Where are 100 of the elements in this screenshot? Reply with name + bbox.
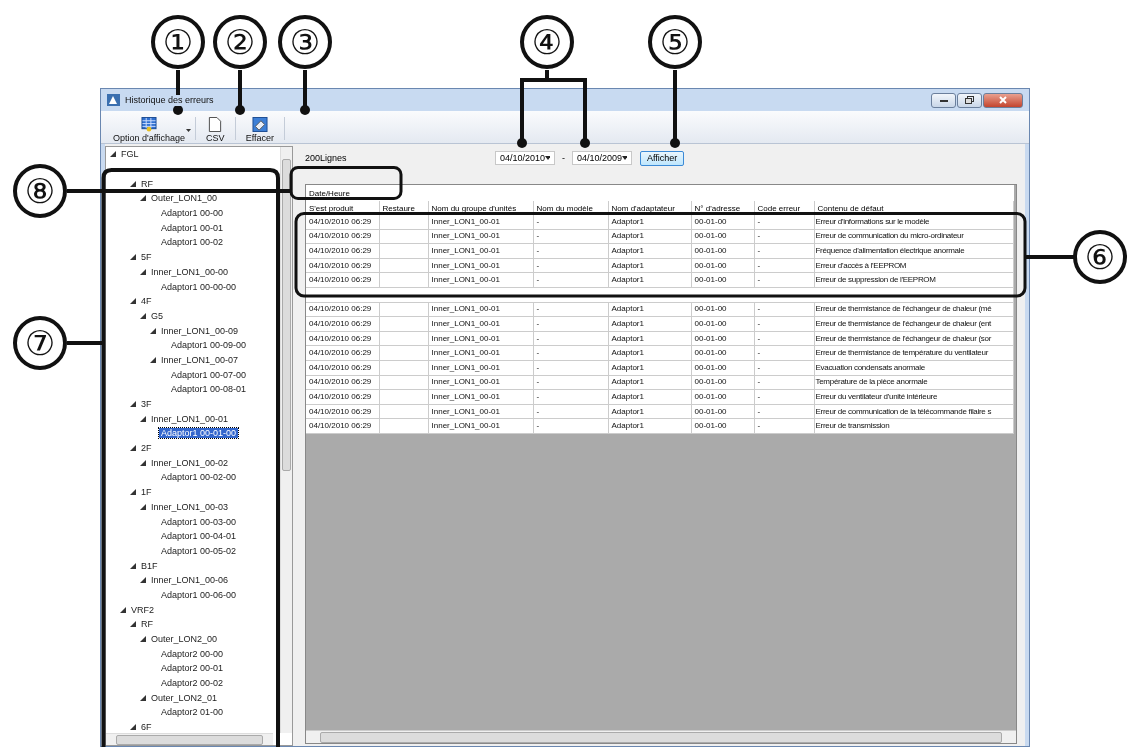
tree-item[interactable]: Adaptor1 00-01-00 (159, 428, 239, 439)
callout-number: ② (213, 15, 267, 69)
tree-item[interactable]: VRF2 (129, 604, 156, 615)
table-cell: Evacuation condensats anormale (815, 362, 925, 372)
tree-item[interactable]: 3F (139, 399, 154, 410)
table-cell: Adaptor1 (611, 406, 644, 416)
minimize-button[interactable] (931, 92, 956, 108)
tree-item[interactable]: FGL (119, 149, 141, 160)
tree-item[interactable]: Inner_LON1_00-01 (149, 413, 231, 424)
maximize-button[interactable] (957, 92, 982, 108)
table-cell: - (536, 421, 540, 431)
expander-icon[interactable] (140, 503, 146, 510)
table-cell: 04/10/2010 06:29 (309, 406, 372, 416)
expander-icon[interactable] (140, 312, 146, 319)
date-field[interactable]: 04/10/2010 (495, 151, 555, 165)
leader-line (235, 70, 245, 115)
tree-item[interactable]: Inner_LON1_00-07 (159, 354, 241, 365)
tree-item[interactable]: 1F (139, 487, 154, 498)
tree-item[interactable]: RF (139, 619, 155, 630)
tree-item[interactable]: Outer_LON1_00 (149, 193, 220, 204)
tree-item[interactable]: Inner_LON1_00-00 (149, 266, 231, 277)
table-cell: Adaptor1 (611, 421, 644, 431)
tree-item[interactable]: B1F (139, 560, 160, 571)
table-cell: Erreur de communication du micro-ordinateur (815, 231, 964, 241)
expander-icon[interactable] (130, 489, 136, 496)
tree-item[interactable]: Adaptor1 00-09-00 (169, 340, 249, 351)
table-cell: - (757, 377, 761, 387)
tree-item[interactable]: Adaptor1 00-02-00 (159, 472, 239, 483)
horizontal-scrollbar[interactable] (106, 733, 273, 745)
table-cell: Inner_LON1_00-01 (431, 216, 500, 226)
expander-icon[interactable] (130, 298, 136, 305)
leader-line (1026, 255, 1074, 259)
tree-item[interactable]: Adaptor1 00-06-00 (159, 589, 239, 600)
table-cell: - (536, 275, 540, 285)
toolbar-button[interactable]: CSV (200, 117, 231, 143)
table-cell: Inner_LON1_00-01 (431, 260, 500, 270)
expander-icon[interactable] (120, 606, 126, 613)
expander-icon[interactable] (130, 254, 136, 261)
tree-item[interactable]: Adaptor1 00-00 (159, 208, 226, 219)
date-field[interactable]: 04/10/2009 (572, 151, 632, 165)
tree-item[interactable]: Adaptor1 00-05-02 (159, 545, 239, 556)
expander-icon[interactable] (140, 415, 146, 422)
toolbar-button[interactable]: Effacer (239, 117, 280, 143)
expander-icon[interactable] (140, 636, 146, 643)
tree-item[interactable]: Adaptor2 01-00 (159, 707, 226, 718)
expander-icon[interactable] (140, 577, 146, 584)
table-cell: Erreur du ventilateur d'unité intérieure (815, 391, 938, 401)
table-cell: Erreur de thermistance de l'échangeur de chaleur (mé (815, 304, 992, 314)
expander-icon[interactable] (130, 724, 136, 731)
expander-icon[interactable] (140, 694, 146, 701)
expander-icon[interactable] (130, 445, 136, 452)
table-cell: Adaptor1 (611, 231, 644, 241)
tree-item[interactable]: Adaptor1 00-02 (159, 237, 226, 248)
tree-item[interactable]: Adaptor1 00-08-01 (169, 384, 249, 395)
tree-item[interactable]: 5F (139, 252, 154, 263)
expander-icon[interactable] (130, 401, 136, 408)
table-cell: 00-01-00 (694, 275, 727, 285)
table-cell: Erreur de thermistance de température du ventilateur (815, 348, 988, 358)
expander-icon[interactable] (150, 327, 156, 334)
table-cell: Fréquence d'alimentation électrique anormale (815, 246, 965, 255)
expander-icon[interactable] (110, 151, 116, 158)
caret-icon[interactable] (186, 129, 192, 132)
tree-item[interactable]: 2F (139, 443, 154, 454)
expander-icon[interactable] (130, 180, 136, 187)
expander-icon[interactable] (140, 459, 146, 466)
tree-item[interactable]: Adaptor1 00-07-00 (169, 369, 249, 380)
tree-item[interactable]: Adaptor1 00-00-00 (159, 281, 239, 292)
tree-item[interactable]: Adaptor2 00-02 (159, 678, 226, 689)
tree-item[interactable]: Adaptor2 00-01 (159, 663, 226, 674)
tree-item[interactable]: 6F (139, 722, 154, 733)
tree-item[interactable]: Adaptor1 00-04-01 (159, 531, 239, 542)
expander-icon[interactable] (140, 268, 146, 275)
horizontal-scrollbar[interactable] (306, 730, 1016, 743)
tree-item[interactable]: Inner_LON1_00-09 (159, 325, 241, 336)
eraser-icon (251, 117, 268, 132)
tree-item[interactable]: Adaptor2 00-00 (159, 648, 226, 659)
tree-item[interactable]: 4F (139, 296, 154, 307)
tree-item[interactable]: G5 (149, 310, 165, 321)
show-button[interactable]: Afficher (640, 150, 685, 166)
leader-line (67, 341, 102, 345)
table-cell: Inner_LON1_00-01 (431, 304, 500, 314)
tree-item[interactable]: Inner_LON1_00-03 (149, 501, 231, 512)
expander-icon[interactable] (130, 562, 136, 569)
table-cell: 00-01-00 (694, 377, 727, 387)
table-cell: Adaptor1 (611, 377, 644, 387)
tree-item[interactable]: Adaptor1 00-03-00 (159, 516, 239, 527)
tree-item[interactable]: Outer_LON2_01 (149, 692, 220, 703)
expander-icon[interactable] (130, 621, 136, 628)
tree-item[interactable]: Outer_LON2_00 (149, 634, 220, 645)
expander-icon[interactable] (140, 195, 146, 202)
toolbar-button[interactable]: Option d'affichage (107, 117, 192, 143)
table-cell: Inner_LON1_00-01 (431, 333, 500, 343)
close-button[interactable] (983, 92, 1023, 108)
tree-item[interactable]: RF (139, 178, 155, 189)
expander-icon[interactable] (150, 356, 156, 363)
vertical-scrollbar[interactable] (280, 147, 292, 733)
tree-item[interactable]: Inner_LON1_00-06 (149, 575, 231, 586)
table-cell: Erreur de suppression de l'EEPROM (815, 275, 936, 285)
tree-item[interactable]: Adaptor1 00-01 (159, 222, 226, 233)
tree-item[interactable]: Inner_LON1_00-02 (149, 457, 231, 468)
